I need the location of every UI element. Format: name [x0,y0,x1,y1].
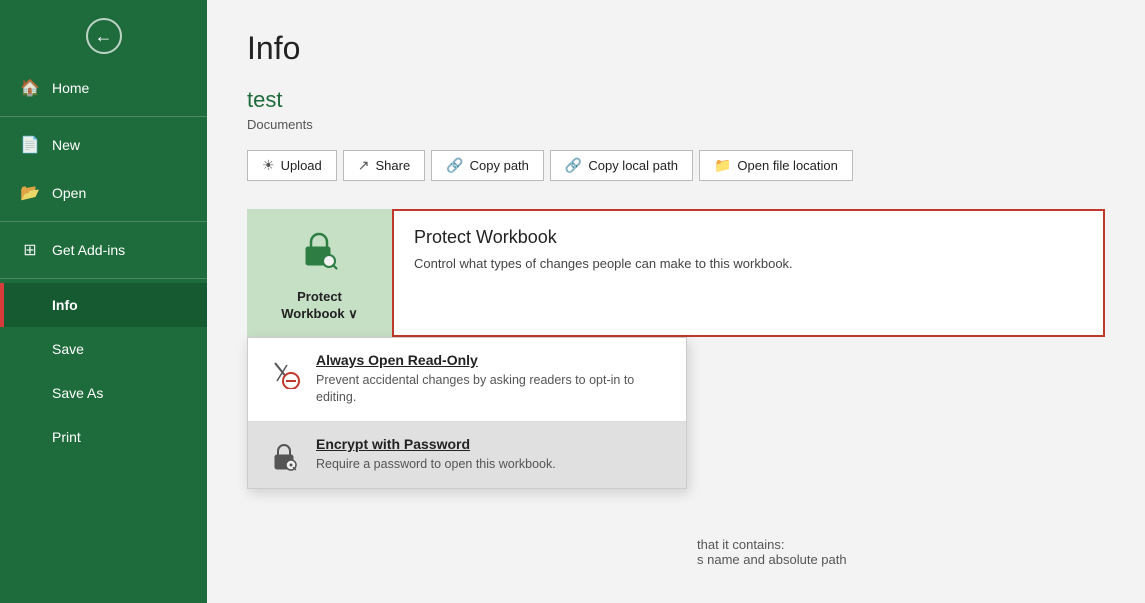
open-file-location-icon: 📁 [714,157,731,174]
share-button[interactable]: ↗ Share [343,150,425,181]
upload-button[interactable]: ☀ Upload [247,150,337,181]
sidebar-item-info[interactable]: Info [0,283,207,327]
read-only-content: Always Open Read-Only Prevent accidental… [316,352,668,407]
sidebar-item-print[interactable]: Print [0,415,207,459]
sidebar-item-open[interactable]: 📂 Open [0,169,207,217]
back-button[interactable]: ← [0,0,207,64]
sidebar-item-open-label: Open [52,185,86,201]
encrypt-desc: Require a password to open this workbook… [316,456,668,474]
protect-workbook-tile[interactable]: Protect Workbook ∨ [247,209,392,337]
copy-local-path-button[interactable]: 🔗 Copy local path [550,150,693,181]
new-icon: 📄 [20,135,40,155]
sidebar: ← 🏠 Home 📄 New 📂 Open ⊞ Get Add-ins Info… [0,0,207,603]
upload-label: Upload [281,158,322,173]
copy-path-button[interactable]: 🔗 Copy path [431,150,544,181]
properties-section: that it contains: s name and absolute pa… [247,537,1105,567]
file-location: Documents [247,117,1105,132]
open-file-location-label: Open file location [737,158,837,173]
upload-icon: ☀ [262,157,275,174]
read-only-desc: Prevent accidental changes by asking rea… [316,372,668,407]
copy-local-path-icon: 🔗 [565,157,582,174]
lock-search-icon [298,229,342,281]
share-icon: ↗ [358,157,370,174]
main-content: Info test Documents ☀ Upload ↗ Share 🔗 C… [207,0,1145,603]
properties-text-1: that it contains: [697,537,1105,552]
sidebar-item-save-label: Save [52,341,84,357]
encrypt-icon [266,438,302,474]
sidebar-item-print-label: Print [52,429,81,445]
protect-info-desc: Control what types of changes people can… [414,256,1083,271]
protect-info-box: Protect Workbook Control what types of c… [392,209,1105,337]
protect-dropdown-menu: Always Open Read-Only Prevent accidental… [247,337,687,489]
action-buttons: ☀ Upload ↗ Share 🔗 Copy path 🔗 Copy loca… [247,150,1105,181]
copy-local-path-label: Copy local path [588,158,678,173]
sidebar-divider-3 [0,278,207,279]
sidebar-item-save-as[interactable]: Save As [0,371,207,415]
file-name: test [247,87,1105,113]
protect-workbook-label: Protect Workbook ∨ [281,289,357,323]
sidebar-divider-2 [0,221,207,222]
home-icon: 🏠 [20,78,40,98]
sidebar-item-get-add-ins[interactable]: ⊞ Get Add-ins [0,226,207,274]
sidebar-item-new[interactable]: 📄 New [0,121,207,169]
dropdown-item-always-open-read-only[interactable]: Always Open Read-Only Prevent accidental… [248,338,686,421]
protect-info-title: Protect Workbook [414,227,1083,248]
encrypt-title: Encrypt with Password [316,436,668,452]
encrypt-content: Encrypt with Password Require a password… [316,436,668,474]
sidebar-item-home[interactable]: 🏠 Home [0,64,207,112]
copy-path-icon: 🔗 [446,157,463,174]
properties-text-2: s name and absolute path [697,552,1105,567]
sidebar-item-info-label: Info [52,297,78,313]
sidebar-item-save[interactable]: Save [0,327,207,371]
copy-path-label: Copy path [470,158,529,173]
sidebar-item-save-as-label: Save As [52,385,103,401]
protect-workbook-section: Protect Workbook ∨ Protect Workbook Cont… [247,209,1105,337]
add-ins-icon: ⊞ [20,240,40,260]
protect-line2: Workbook ∨ [281,306,357,321]
back-arrow-icon: ← [95,26,113,47]
sidebar-item-add-ins-label: Get Add-ins [52,242,125,258]
protect-line1: Protect [297,289,342,304]
dropdown-item-encrypt-password[interactable]: Encrypt with Password Require a password… [248,422,686,488]
read-only-icon [266,354,302,390]
open-file-location-button[interactable]: 📁 Open file location [699,150,853,181]
open-icon: 📂 [20,183,40,203]
sidebar-divider-1 [0,116,207,117]
read-only-title: Always Open Read-Only [316,352,668,368]
share-label: Share [376,158,411,173]
sidebar-item-new-label: New [52,137,80,153]
sidebar-item-home-label: Home [52,80,89,96]
sidebar-nav: 🏠 Home 📄 New 📂 Open ⊞ Get Add-ins Info S… [0,64,207,603]
page-title: Info [247,30,1105,67]
